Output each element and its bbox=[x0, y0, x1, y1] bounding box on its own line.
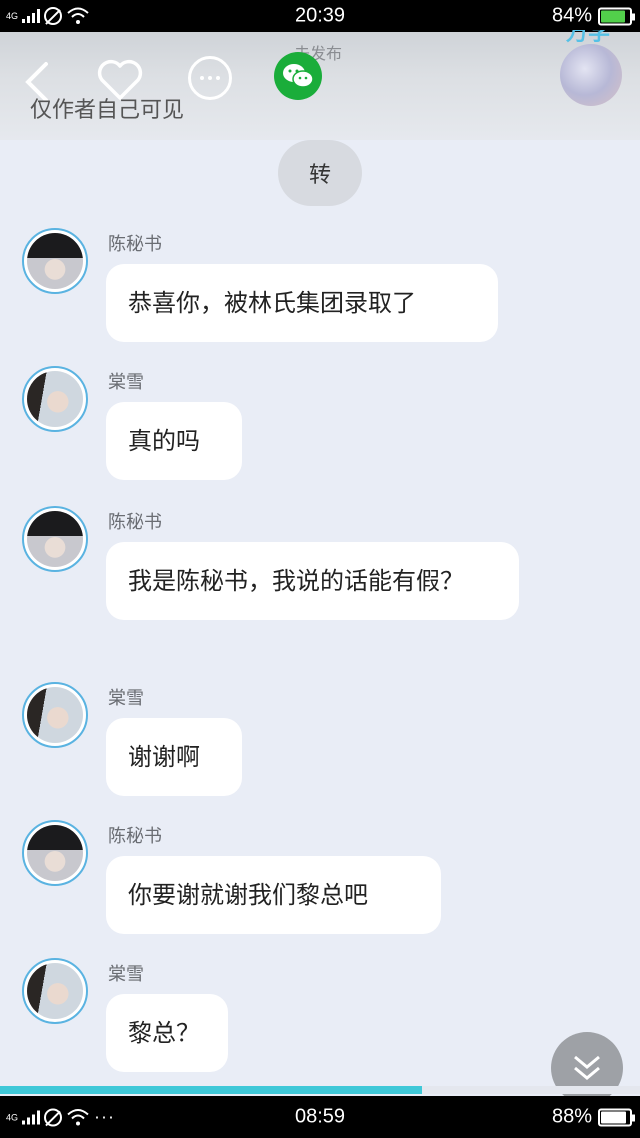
sender-name: 棠雪 bbox=[108, 964, 144, 985]
sender-name: 棠雪 bbox=[108, 372, 144, 393]
brand-fragment: 万学 bbox=[566, 30, 611, 44]
avatar[interactable] bbox=[22, 366, 88, 432]
avatar[interactable] bbox=[22, 958, 88, 1024]
avatar[interactable] bbox=[22, 682, 88, 748]
message-bubble: 你要谢就谢我们黎总吧 bbox=[106, 856, 441, 934]
message-bubble: 黎总？ bbox=[106, 994, 228, 1072]
battery-percent: 84% bbox=[551, 4, 592, 27]
author-avatar[interactable] bbox=[560, 44, 622, 106]
battery-icon bbox=[598, 7, 635, 25]
sender-name: 陈秘书 bbox=[108, 234, 162, 255]
avatar[interactable] bbox=[22, 506, 88, 572]
status-bar-top: 4G 20:39 84% bbox=[0, 0, 640, 32]
article-header: 万学 未发布 仅作者自己可见 bbox=[0, 30, 640, 140]
status-bar-bottom: 4G ··· 08:59 88% bbox=[0, 1096, 640, 1138]
reading-progress-bar bbox=[0, 1086, 640, 1094]
message-bubble: 恭喜你，被林氏集团录取了 bbox=[106, 264, 498, 342]
privacy-label: 仅作者自己可见 bbox=[30, 98, 185, 123]
status-time: 08:59 bbox=[294, 1105, 346, 1128]
status-time: 20:39 bbox=[294, 4, 346, 27]
message-bubble: 谢谢啊 bbox=[106, 718, 242, 796]
more-icon[interactable] bbox=[188, 56, 232, 100]
status-right: 84% bbox=[551, 4, 635, 28]
sender-name: 棠雪 bbox=[108, 688, 144, 709]
battery-icon bbox=[598, 1108, 635, 1126]
status-right: 88% bbox=[551, 1105, 635, 1129]
message-bubble: 我是陈秘书，我说的话能有假？ bbox=[106, 542, 519, 620]
wechat-icon bbox=[283, 64, 314, 88]
double-chevron-down-icon bbox=[574, 1055, 600, 1080]
wechat-share-button[interactable] bbox=[274, 52, 322, 100]
avatar[interactable] bbox=[22, 820, 88, 886]
sender-name: 陈秘书 bbox=[108, 826, 162, 847]
avatar[interactable] bbox=[22, 228, 88, 294]
transfer-button[interactable]: 转 bbox=[278, 140, 362, 206]
battery-percent: 88% bbox=[551, 1105, 592, 1128]
message-bubble: 真的吗 bbox=[106, 402, 242, 480]
sender-name: 陈秘书 bbox=[108, 512, 162, 533]
reading-progress-fill bbox=[0, 1086, 423, 1094]
